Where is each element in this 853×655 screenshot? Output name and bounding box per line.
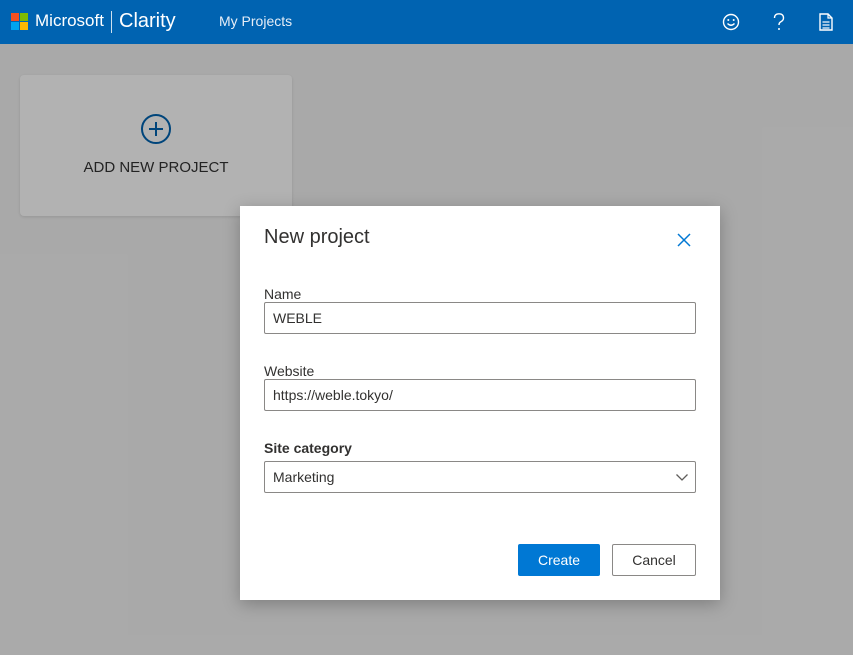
new-project-dialog: New project Name Website Site category M… (240, 206, 720, 600)
dialog-title: New project (264, 226, 370, 248)
smiley-icon[interactable] (717, 8, 745, 36)
brand-name: Microsoft (35, 11, 104, 30)
site-category-value: Marketing (273, 469, 335, 485)
help-icon[interactable] (765, 8, 793, 36)
close-icon[interactable] (672, 228, 696, 252)
brand-divider (111, 11, 112, 33)
my-projects-link[interactable]: My Projects (219, 13, 292, 29)
product-name[interactable]: Clarity (119, 10, 176, 33)
chevron-down-icon (676, 474, 688, 481)
site-category-label: Site category (264, 440, 352, 456)
document-icon[interactable] (812, 8, 840, 36)
website-label: Website (264, 363, 315, 379)
site-category-dropdown[interactable]: Marketing (264, 461, 696, 493)
name-label: Name (264, 286, 302, 302)
microsoft-logo-icon (11, 13, 28, 30)
website-input[interactable] (264, 379, 696, 411)
cancel-button[interactable]: Cancel (612, 544, 696, 576)
create-button[interactable]: Create (518, 544, 600, 576)
top-header: Microsoft Clarity My Projects (0, 0, 853, 44)
name-input[interactable] (264, 302, 696, 334)
